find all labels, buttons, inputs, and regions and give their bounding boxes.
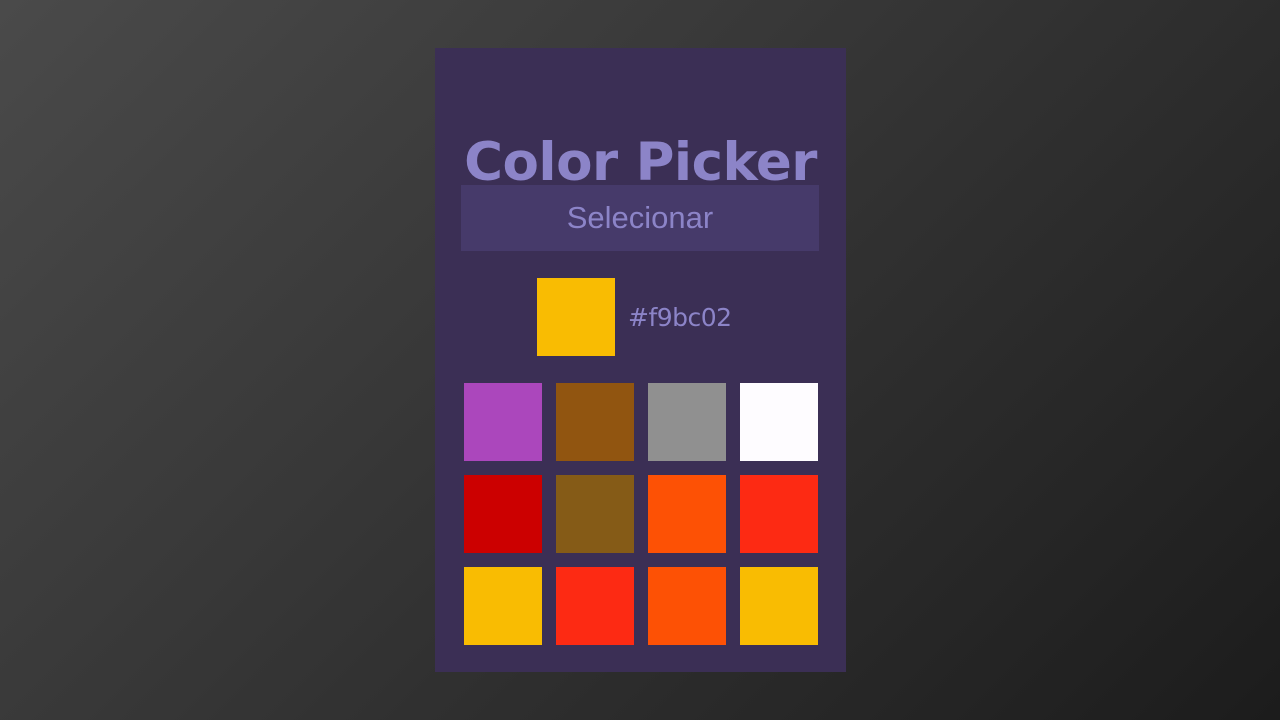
- selected-color-hex: #f9bc02: [628, 302, 732, 332]
- swatch-grid: [464, 383, 819, 645]
- color-picker-panel: Color Picker Selecionar #f9bc02: [435, 48, 846, 672]
- color-swatch[interactable]: [464, 383, 542, 461]
- selected-color-swatch: [537, 278, 615, 356]
- color-swatch[interactable]: [740, 567, 818, 645]
- page-title: Color Picker: [464, 132, 817, 193]
- color-swatch[interactable]: [464, 475, 542, 553]
- color-swatch[interactable]: [648, 567, 726, 645]
- color-swatch[interactable]: [556, 567, 634, 645]
- color-swatch[interactable]: [648, 475, 726, 553]
- select-button[interactable]: Selecionar: [461, 185, 819, 251]
- color-swatch[interactable]: [648, 383, 726, 461]
- color-swatch[interactable]: [740, 475, 818, 553]
- color-swatch[interactable]: [464, 567, 542, 645]
- color-swatch[interactable]: [556, 475, 634, 553]
- color-swatch[interactable]: [740, 383, 818, 461]
- color-swatch[interactable]: [556, 383, 634, 461]
- selected-color-row: #f9bc02: [537, 278, 732, 356]
